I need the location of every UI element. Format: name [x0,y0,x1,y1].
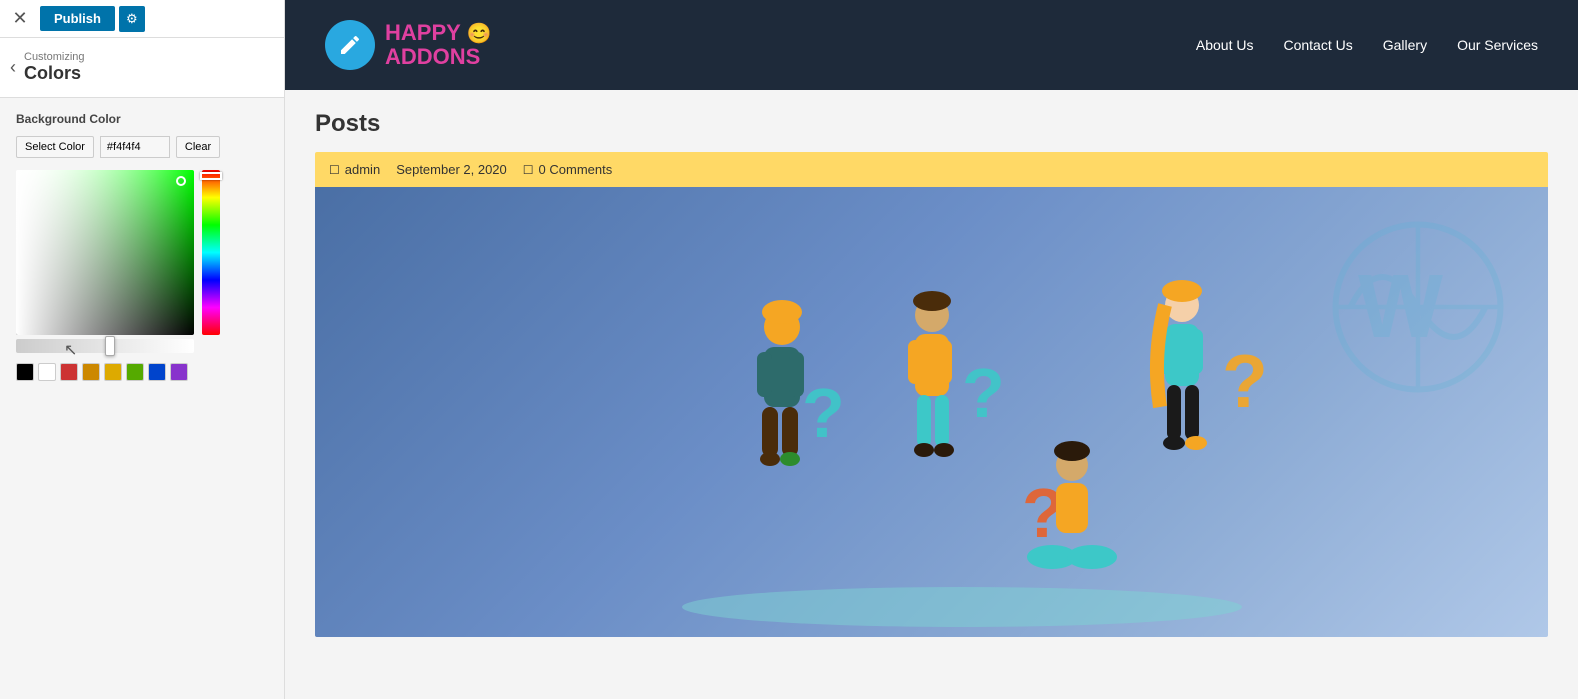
main-content: HAPPY 😊 ADDONS About Us Contact Us Galle… [285,0,1578,699]
comment-count: 0 Comments [539,162,613,177]
svg-text:W: W [1358,257,1443,357]
logo-icon [325,20,375,70]
gear-button[interactable]: ⚙ [119,6,145,32]
close-button[interactable]: ✕ [8,7,32,31]
top-bar: ✕ Publish ⚙ [0,0,284,38]
site-header: HAPPY 😊 ADDONS About Us Contact Us Galle… [285,0,1578,90]
wordpress-watermark: W [1328,217,1508,402]
post-meta-bar: ☐ admin September 2, 2020 ☐ 0 Comments [315,152,1548,187]
swatch-yellow[interactable] [104,363,122,381]
post-card: ☐ admin September 2, 2020 ☐ 0 Comments [315,152,1548,637]
swatch-white[interactable] [38,363,56,381]
gradient-picker-circle [176,176,186,186]
swatch-green[interactable] [126,363,144,381]
nav-contact[interactable]: Contact Us [1283,37,1352,53]
panel-title: Colors [24,63,85,84]
nav-about[interactable]: About Us [1196,37,1254,53]
post-date: September 2, 2020 [396,162,507,177]
logo-area: HAPPY 😊 ADDONS [325,20,491,70]
logo-happy: HAPPY 😊 [385,21,491,45]
swatch-purple[interactable] [170,363,188,381]
post-image: W [315,187,1548,637]
logo-addons: ADDONS [385,45,491,69]
left-panel: ✕ Publish ⚙ ‹ Customizing Colors Backgro… [0,0,285,699]
swatch-black[interactable] [16,363,34,381]
post-author: ☐ admin [329,162,380,177]
comment-icon: ☐ [523,163,534,177]
swatch-blue[interactable] [148,363,166,381]
svg-text:?: ? [1222,339,1268,423]
panel-content: Background Color Select Color Clear [0,98,284,699]
logo-text: HAPPY 😊 ADDONS [385,21,491,69]
user-icon: ☐ [329,163,340,177]
svg-text:?: ? [962,354,1005,432]
color-hex-input[interactable] [100,136,170,158]
alpha-slider-container [16,339,194,353]
post-comments: ☐ 0 Comments [523,162,612,177]
page-content: Posts ☐ admin September 2, 2020 ☐ 0 Comm… [285,90,1578,699]
swatch-red[interactable] [60,363,78,381]
page-title: Posts [315,110,1548,138]
publish-button[interactable]: Publish [40,6,115,31]
alpha-handle [105,336,115,356]
svg-text:?: ? [802,374,845,452]
select-color-button[interactable]: Select Color [16,136,94,158]
panel-sub-label: Customizing [24,51,85,63]
panel-header: ‹ Customizing Colors [0,38,284,98]
illustration: ? ? ? [532,207,1332,637]
nav-services[interactable]: Our Services [1457,37,1538,53]
color-picker-area [16,170,268,353]
spectrum-indicator [200,172,222,180]
color-gradient-box[interactable] [16,170,194,335]
section-label: Background Color [16,112,268,126]
color-spectrum-bar[interactable] [202,170,220,335]
nav-gallery[interactable]: Gallery [1383,37,1427,53]
site-nav: About Us Contact Us Gallery Our Services [1196,37,1538,53]
alpha-slider[interactable] [16,339,194,353]
color-swatches [16,363,268,381]
back-button[interactable]: ‹ [10,57,16,78]
swatch-orange[interactable] [82,363,100,381]
color-controls: Select Color Clear [16,136,268,158]
author-name: admin [345,162,380,177]
clear-color-button[interactable]: Clear [176,136,220,158]
